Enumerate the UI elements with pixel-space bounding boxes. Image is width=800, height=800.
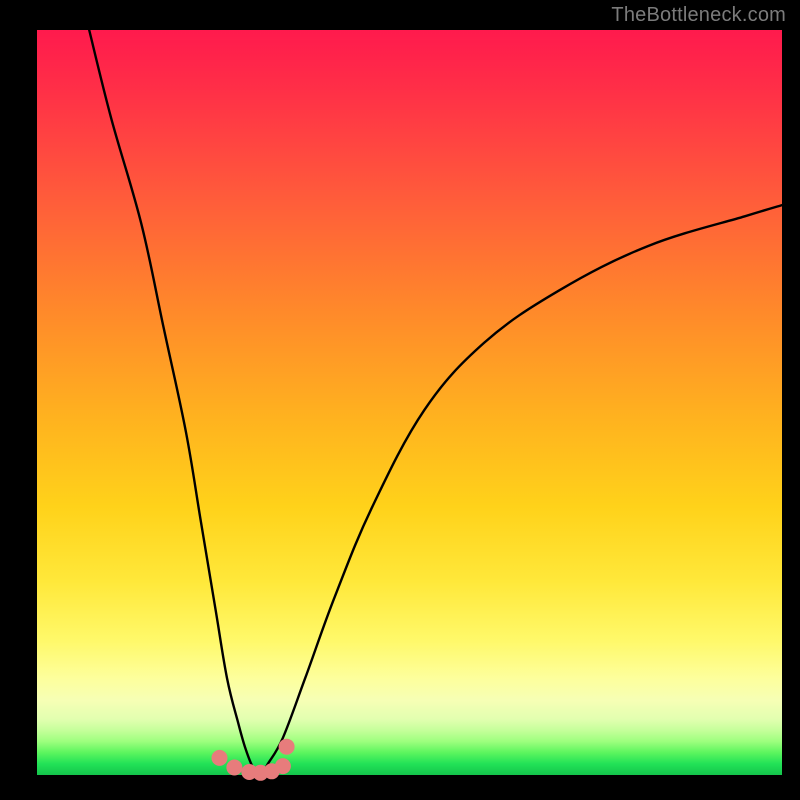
dip-dot (226, 760, 242, 776)
dip-dot (275, 758, 291, 774)
dip-dots-group (212, 739, 295, 781)
plot-area (37, 30, 782, 775)
dip-dot (212, 750, 228, 766)
curve-path-group (89, 30, 782, 775)
dip-dot (279, 739, 295, 755)
watermark-text: TheBottleneck.com (611, 4, 786, 27)
chart-svg (37, 30, 782, 775)
chart-frame: TheBottleneck.com (0, 0, 800, 800)
bottleneck-curve (89, 30, 782, 775)
